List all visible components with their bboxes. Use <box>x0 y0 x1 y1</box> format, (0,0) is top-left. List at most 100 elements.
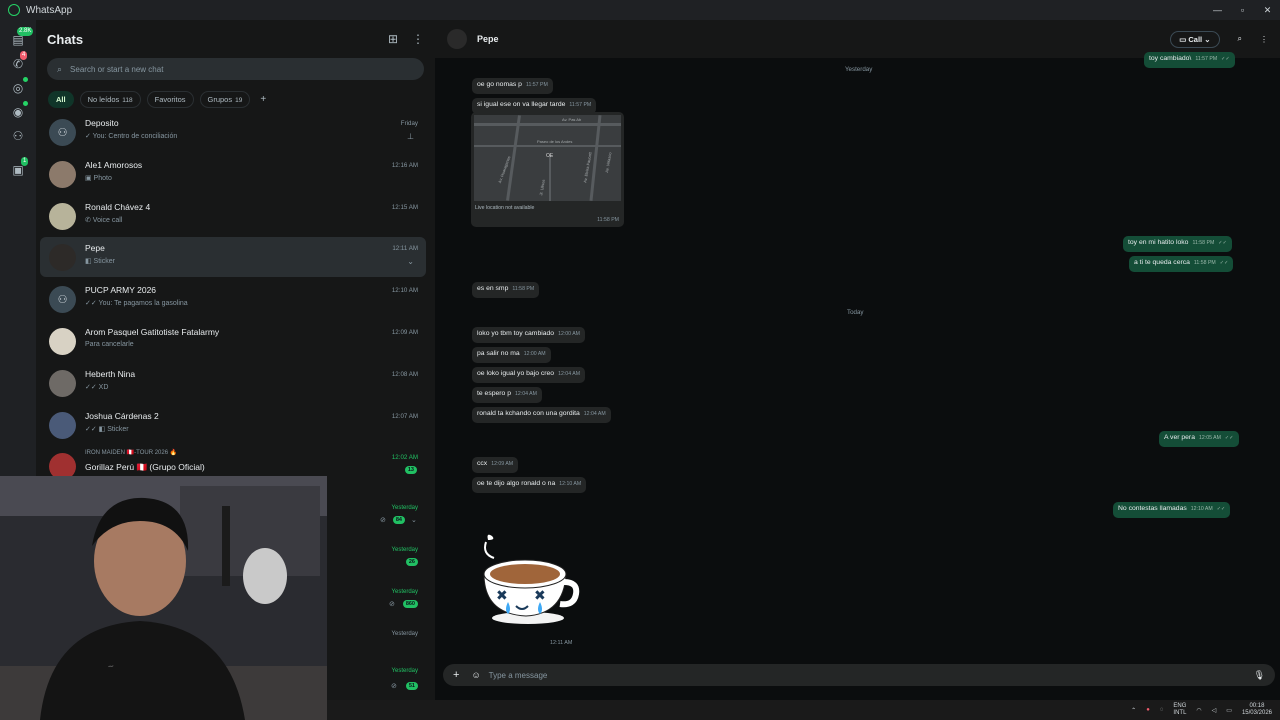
chat-time: Friday <box>400 120 418 127</box>
unread-badge: 860 <box>402 600 418 608</box>
chat-preview: ✓✓ XD <box>85 384 109 391</box>
unread-badge: 51 <box>405 682 418 690</box>
archive-badge: 1 <box>21 157 29 166</box>
minimize-icon[interactable]: — <box>1205 5 1230 16</box>
chat-name: Ale1 Amorosos <box>85 160 143 170</box>
microphone-icon[interactable]: 🎙 <box>1254 670 1265 681</box>
mute-icon: ⊘ <box>380 517 386 524</box>
wifi-icon[interactable]: ◠ <box>1196 707 1201 714</box>
chevron-down-icon[interactable]: ⌄ <box>411 516 417 524</box>
map-label: Av. Velasco <box>604 151 613 174</box>
message-input[interactable]: Type a message <box>489 671 548 680</box>
chat-name: Deposito <box>85 118 119 128</box>
volume-icon[interactable]: ◁ <box>1212 707 1217 714</box>
message-outgoing[interactable]: toy en mi hatito loko 11:58 PM ✓✓ <box>1123 236 1232 252</box>
message-incoming[interactable]: oe go nomas p 11:57 PM <box>472 78 553 94</box>
chat-row[interactable]: ⚇ Deposito ✓ You: Centro de conciliación… <box>40 112 426 152</box>
message-incoming[interactable]: pa salir no ma 12:00 AM <box>472 347 551 363</box>
whatsapp-logo-icon <box>8 4 20 16</box>
message-outgoing[interactable]: a ti te queda cerca 11:58 PM ✓✓ <box>1129 256 1234 272</box>
message-incoming[interactable]: te espero p 12:04 AM <box>472 387 542 403</box>
location-message[interactable]: Av. Pas Ab Paseo de los Andes OE Av. Hua… <box>471 112 624 227</box>
maximize-icon[interactable]: ▫ <box>1230 5 1255 16</box>
search-input[interactable]: ⌕ Search or start a new chat <box>47 58 424 80</box>
message-incoming[interactable]: loko yo tbm toy cambiado 12:00 AM <box>472 327 585 343</box>
mute-icon: ⊘ <box>389 601 395 608</box>
close-icon[interactable]: ✕ <box>1255 5 1280 16</box>
message-incoming[interactable]: oe loko igual yo bajo creo 12:04 AM <box>472 367 586 383</box>
mic-tray-icon[interactable]: ● <box>1146 707 1150 713</box>
chat-time: 12:02 AM <box>391 454 418 461</box>
chat-time: 12:10 AM <box>391 287 418 294</box>
message-outgoing[interactable]: A ver pera 12:05 AM ✓✓ <box>1159 431 1239 447</box>
unread-badge: 84 <box>392 516 405 524</box>
webcam-overlay: ~ <box>0 476 327 720</box>
filter-unread[interactable]: No leídos 118 <box>79 90 141 108</box>
chat-time: 12:16 AM <box>391 162 418 169</box>
chat-row[interactable]: Ronald Chávez 4 ✆ Voice call 12:15 AM <box>40 196 426 236</box>
window-title: WhatsApp <box>26 4 73 16</box>
chat-time: Yesterday <box>391 505 418 511</box>
communities-icon[interactable]: ⚇ <box>10 128 26 144</box>
message-outgoing[interactable]: toy cambiado\ 11:57 PM ✓✓ <box>1144 52 1235 68</box>
filter-chips: All No leídos 118 Favoritos Grupos 19 + <box>36 80 435 110</box>
contact-name[interactable]: Pepe <box>477 34 499 44</box>
chat-name: Gorillaz Perú 🇵🇪 (Grupo Oficial) <box>85 462 205 472</box>
battery-icon[interactable]: ▭ <box>1226 707 1232 714</box>
chat-list-partial: Yesterday ⊘ 84 ⌄ Yesterday 26 Yesterday … <box>327 500 435 700</box>
language-indicator[interactable]: ENG INTL <box>1173 703 1186 717</box>
chevron-down-icon[interactable]: ⌄ <box>407 257 414 266</box>
status-icon[interactable]: ◎ <box>10 80 26 96</box>
group-avatar: ⚇ <box>49 285 76 313</box>
message-incoming[interactable]: es en smp 11:58 PM <box>472 282 540 298</box>
chat-row[interactable]: Joshua Cárdenas 2 ✓✓ ◧ Sticker 12:07 AM <box>40 405 426 445</box>
avatar <box>49 411 76 439</box>
attach-plus-icon[interactable]: + <box>453 669 459 681</box>
avatar <box>49 243 76 271</box>
svg-text:✖: ✖ <box>534 588 546 604</box>
search-icon: ⌕ <box>57 63 63 74</box>
emoji-icon[interactable]: ☺ <box>471 670 480 680</box>
menu-icon[interactable]: ⋮ <box>1260 35 1268 44</box>
message-time: 11:58 PM <box>597 217 619 223</box>
pin-icon: ⊥ <box>407 132 414 141</box>
date-separator: Yesterday <box>845 66 873 73</box>
filter-favorites[interactable]: Favoritos <box>146 90 194 108</box>
message-incoming[interactable]: ronald ta kchando con una gordita 12:04 A… <box>472 407 611 423</box>
chat-time: 12:15 AM <box>391 204 418 211</box>
chat-name: Heberth Nina <box>85 369 136 379</box>
network-icon[interactable]: ◌ <box>1160 707 1164 713</box>
filter-groups[interactable]: Grupos 19 <box>199 90 251 108</box>
tray-chevron-icon[interactable]: ⌃ <box>1131 707 1136 714</box>
sticker-image: ✖ ✖ <box>483 534 580 624</box>
new-chat-icon[interactable]: ⊞ <box>388 32 398 46</box>
chat-row[interactable]: Arom Pasquel Gatitotiste Fatalarmy Para … <box>40 321 426 361</box>
clock[interactable]: 00:18 15/03/2026 <box>1242 703 1272 717</box>
chat-row[interactable]: ⚇ PUCP ARMY 2026 ✓✓ You: Te pagamos la g… <box>40 279 426 319</box>
chat-time: Yesterday <box>391 668 418 674</box>
message-composer[interactable]: + ☺ Type a message 🎙 <box>443 664 1275 686</box>
call-button[interactable]: ▭ Call ⌄ <box>1170 30 1220 48</box>
search-placeholder: Search or start a new chat <box>70 64 164 74</box>
chat-subtitle: IRON MAIDEN 🇵🇪-TOUR 2026 🔥 <box>85 450 178 456</box>
menu-icon[interactable]: ⋮ <box>412 32 424 46</box>
chat-row-selected[interactable]: Pepe ◧ Sticker 12:11 AM ⌄ <box>40 237 426 277</box>
sticker-coffee-cup[interactable]: ✖ ✖ <box>478 530 580 626</box>
chat-time: 12:08 AM <box>391 371 418 378</box>
chat-row[interactable]: Ale1 Amorosos ▣ Photo 12:16 AM <box>40 154 426 194</box>
webcam-person-image: ~ <box>0 476 327 720</box>
message-incoming[interactable]: ccx 12:09 AM <box>472 457 519 473</box>
chat-preview: ◧ Sticker <box>85 258 115 265</box>
channels-icon[interactable]: ◉ <box>10 104 26 120</box>
chats-title: Chats <box>47 31 84 47</box>
chat-row[interactable]: Heberth Nina ✓✓ XD 12:08 AM <box>40 363 426 403</box>
contact-avatar[interactable] <box>447 29 467 49</box>
chat-preview: ✓ You: Centro de conciliación <box>85 133 178 140</box>
add-filter-icon[interactable]: + <box>256 94 270 105</box>
avatar <box>49 327 76 355</box>
filter-all[interactable]: All <box>48 90 74 108</box>
search-icon[interactable]: ⌕ <box>1238 34 1242 44</box>
map-thumbnail: Av. Pas Ab Paseo de los Andes OE Av. Hua… <box>474 115 621 201</box>
message-incoming[interactable]: oe te dijo algo ronald o na 12:10 AM <box>472 477 587 493</box>
message-outgoing[interactable]: No contestas llamadas 12:10 AM ✓✓ <box>1113 502 1231 518</box>
